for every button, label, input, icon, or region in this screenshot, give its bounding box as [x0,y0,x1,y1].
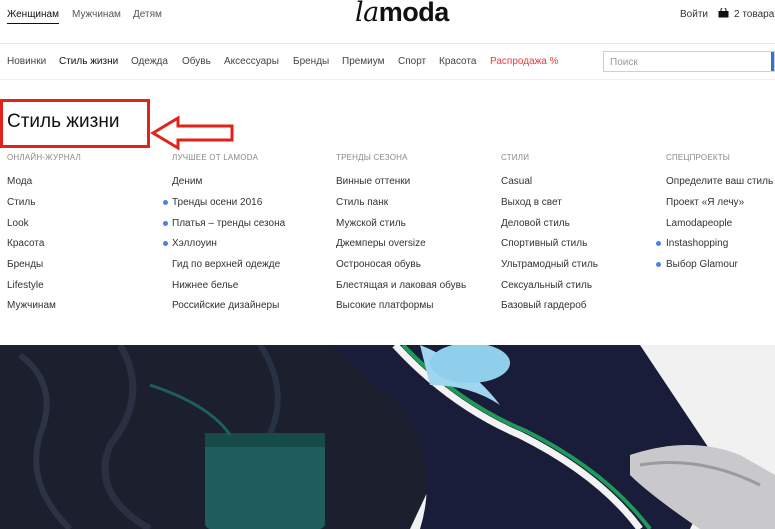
link-instashopping[interactable]: Instashopping [666,238,728,249]
link-business[interactable]: Деловой стиль [501,218,570,229]
link-lifestyle[interactable]: Lifestyle [7,280,44,291]
logo-moda: moda [378,0,450,27]
link-punk-style[interactable]: Стиль панк [336,197,388,208]
new-dot-icon [163,221,168,226]
nav-item-shoes[interactable]: Обувь [182,56,211,67]
search-input[interactable] [604,53,774,72]
nav-divider [0,79,775,80]
new-dot-icon [656,241,661,246]
nav-item-sale[interactable]: Распродажа % [490,56,559,67]
link-basic-wardrobe[interactable]: Базовый гардероб [501,300,586,311]
hero-banner-image[interactable] [0,345,775,529]
nav-item-lifestyle[interactable]: Стиль жизни [59,56,118,67]
nav-item-sport[interactable]: Спорт [398,56,426,67]
link-sexy[interactable]: Сексуальный стиль [501,280,592,291]
search-box [603,51,775,72]
link-men[interactable]: Мужчинам [7,300,56,311]
link-style[interactable]: Стиль [7,197,35,208]
link-mens-style[interactable]: Мужской стиль [336,218,406,229]
dropdown-title: Стиль жизни [7,111,120,132]
link-evening[interactable]: Выход в свет [501,197,562,208]
nav-item-premium[interactable]: Премиум [342,56,385,67]
link-define-style[interactable]: Определите ваш стиль [666,176,773,187]
column-heading-styles: СТИЛИ [501,153,530,162]
link-fashion[interactable]: Мода [7,176,32,187]
link-high-platforms[interactable]: Высокие платформы [336,300,433,311]
gender-tab-women[interactable]: Женщинам [7,9,59,24]
link-beauty[interactable]: Красота [7,238,44,249]
nav-item-clothing[interactable]: Одежда [131,56,168,67]
column-heading-best: ЛУЧШЕЕ ОТ LAMODA [172,153,259,162]
link-autumn-trends[interactable]: Тренды осени 2016 [172,197,262,208]
link-shiny-shoes[interactable]: Блестящая и лаковая обувь [336,280,466,291]
top-bar: Женщинам Мужчинам Детям lamoda Войти 2 т… [0,0,775,44]
nav-item-accessories[interactable]: Аксессуары [224,56,279,67]
new-dot-icon [656,262,661,267]
link-pointed-shoes[interactable]: Остроносая обувь [336,259,421,270]
link-glamour[interactable]: Выбор Glamour [666,259,738,270]
lamoda-logo[interactable]: lamoda [355,0,449,28]
hero-illustration [0,345,775,529]
link-outerwear-guide[interactable]: Гид по верхней одежде [172,259,280,270]
login-link[interactable]: Войти [680,9,708,20]
nav-item-new[interactable]: Новинки [7,56,46,67]
column-heading-trends: ТРЕНДЫ СЕЗОНА [336,153,408,162]
annotation-arrow-icon [150,115,234,151]
shopping-bag-icon[interactable] [718,8,729,18]
link-casual[interactable]: Casual [501,176,532,187]
link-ultra-fashion[interactable]: Ультрамодный стиль [501,259,598,270]
link-lamodapeople[interactable]: Lamodapeople [666,218,732,229]
cart-link[interactable]: 2 товара в [734,9,775,20]
column-heading-special: СПЕЦПРОЕКТЫ [666,153,731,162]
link-dresses-trends[interactable]: Платья – тренды сезона [172,218,285,229]
logo-la: la [355,0,379,28]
gender-tab-kids[interactable]: Детям [133,9,162,23]
link-sporty[interactable]: Спортивный стиль [501,238,587,249]
link-brands[interactable]: Бренды [7,259,43,270]
gender-tab-men[interactable]: Мужчинам [72,9,121,23]
new-dot-icon [163,241,168,246]
link-oversize-jumpers[interactable]: Джемперы oversize [336,238,426,249]
link-denim[interactable]: Деним [172,176,202,187]
link-wine-shades[interactable]: Винные оттенки [336,176,410,187]
link-look[interactable]: Look [7,218,29,229]
column-heading-magazine: ОНЛАЙН-ЖУРНАЛ [7,153,81,162]
link-russian-designers[interactable]: Российские дизайнеры [172,300,279,311]
search-accent [771,52,774,71]
link-halloween[interactable]: Хэллоуин [172,238,217,249]
nav-item-beauty[interactable]: Красота [439,56,476,67]
link-project-fly[interactable]: Проект «Я лечу» [666,197,744,208]
nav-item-brands[interactable]: Бренды [293,56,329,67]
header-divider [0,43,775,44]
link-lingerie[interactable]: Нижнее белье [172,280,238,291]
new-dot-icon [163,200,168,205]
